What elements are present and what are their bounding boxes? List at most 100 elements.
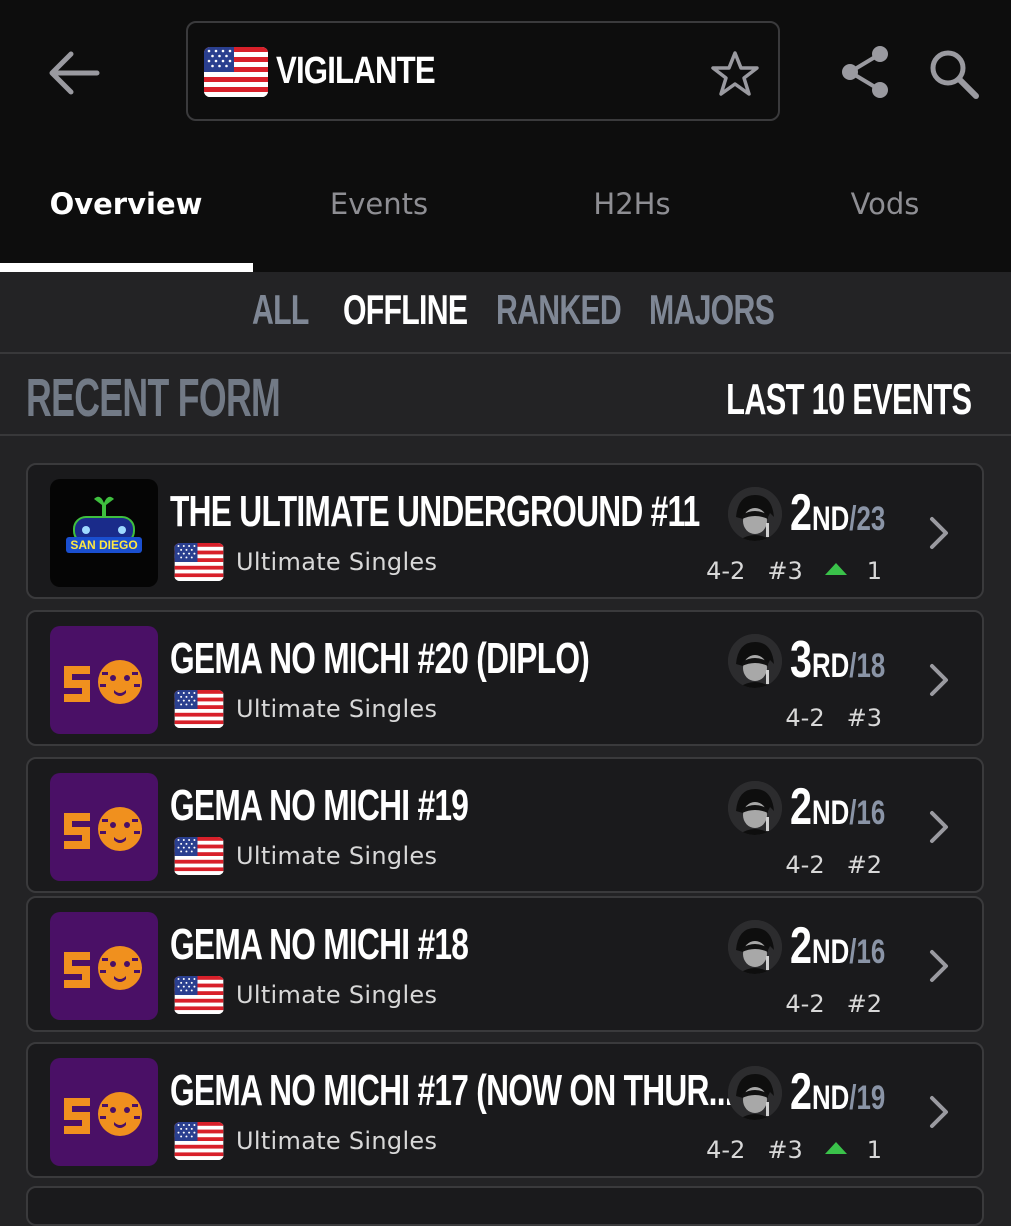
tab-h2hs[interactable]: H2Hs	[506, 160, 758, 248]
chevron-right-icon	[930, 664, 948, 696]
character-icon	[728, 634, 782, 688]
place-suffix: ND	[811, 1079, 850, 1117]
placement: 2ND/16	[790, 777, 885, 850]
gema-no-michi-logo	[50, 912, 158, 1020]
back-button[interactable]	[40, 40, 106, 106]
entrant-count: /23	[849, 500, 886, 538]
seed: #3	[767, 1136, 803, 1164]
share-button[interactable]	[836, 42, 896, 102]
event-stats: 4-2 #2	[763, 986, 882, 1022]
chevron-right-icon	[930, 517, 948, 549]
search-icon	[930, 50, 979, 99]
event-game: Ultimate Singles	[236, 1127, 438, 1155]
set-record: 4-2	[785, 851, 825, 879]
event-card[interactable]: GEMA NO MICHI #18 Ultimate Singles 2ND/1…	[26, 896, 984, 1032]
event-title: GEMA NO MICHI #17 (NOW ON THUR...	[170, 1066, 734, 1115]
us-flag-icon	[204, 47, 268, 97]
active-tab-indicator	[0, 263, 253, 272]
chevron-right-icon	[930, 950, 948, 982]
event-card-partial[interactable]	[26, 1186, 984, 1226]
section-title: RECENT FORM	[26, 368, 281, 428]
upset-up-icon	[824, 563, 847, 575]
event-range-selector[interactable]: LAST 10 EVENTS	[726, 372, 972, 428]
place-suffix: ND	[811, 794, 850, 832]
gema-no-michi-logo	[50, 773, 158, 881]
event-card[interactable]: GEMA NO MICHI #19 Ultimate Singles 2ND/1…	[26, 757, 984, 893]
event-title: GEMA NO MICHI #20 (DIPLO)	[170, 634, 590, 683]
event-game: Ultimate Singles	[236, 842, 438, 870]
place-number: 3	[790, 631, 812, 689]
gema-no-michi-logo	[50, 1058, 158, 1166]
favorite-button[interactable]	[710, 49, 760, 99]
place-number: 2	[790, 778, 812, 836]
placement: 3RD/18	[790, 630, 885, 703]
event-title: THE ULTIMATE UNDERGROUND #11	[170, 487, 700, 536]
upset-up-icon	[824, 1142, 847, 1154]
player-name: VIGILANTE	[276, 50, 436, 92]
star-outline-icon	[711, 51, 759, 96]
event-game: Ultimate Singles	[236, 695, 438, 723]
us-flag-icon	[174, 1122, 224, 1160]
seed: #3	[767, 557, 803, 585]
seed: #3	[846, 704, 882, 732]
filter-all[interactable]: ALL	[252, 282, 309, 338]
upset-factor: 1	[866, 557, 882, 585]
entrant-count: /16	[849, 933, 886, 971]
set-record: 4-2	[785, 704, 825, 732]
set-record: 4-2	[706, 1136, 746, 1164]
event-game: Ultimate Singles	[236, 548, 438, 576]
placement: 2ND/19	[790, 1062, 885, 1135]
event-stats: 4-2 #3	[763, 700, 882, 736]
set-record: 4-2	[706, 557, 746, 585]
placement: 2ND/16	[790, 916, 885, 989]
san-diego-logo: SAN DIEGO	[50, 479, 158, 587]
logo-text: SAN DIEGO	[70, 538, 137, 552]
us-flag-icon	[174, 690, 224, 728]
event-title: GEMA NO MICHI #18	[170, 920, 469, 969]
place-number: 2	[790, 917, 812, 975]
event-stats: 4-2 #3 1	[684, 553, 882, 589]
place-suffix: RD	[811, 647, 850, 685]
event-stats: 4-2 #3 1	[684, 1132, 882, 1168]
tab-events[interactable]: Events	[253, 160, 505, 248]
event-title: GEMA NO MICHI #19	[170, 781, 469, 830]
player-header-box: VIGILANTE	[186, 21, 780, 121]
filter-ranked[interactable]: RANKED	[496, 282, 622, 338]
us-flag-icon	[174, 837, 224, 875]
us-flag-icon	[174, 976, 224, 1014]
arrow-left-icon	[49, 51, 100, 95]
place-suffix: ND	[811, 500, 850, 538]
character-icon	[728, 781, 782, 835]
recent-form-header: RECENT FORM LAST 10 EVENTS	[0, 354, 1011, 436]
filter-offline[interactable]: OFFLINE	[343, 282, 468, 338]
chevron-right-icon	[930, 1096, 948, 1128]
top-bar: VIGILANTE Overview Events H2Hs Vods	[0, 0, 1011, 272]
event-card[interactable]: SAN DIEGO THE ULTIMATE UNDERGROUND #11 U…	[26, 463, 984, 599]
place-number: 2	[790, 1063, 812, 1121]
seed: #2	[846, 990, 882, 1018]
event-filter-bar: ALL OFFLINE RANKED MAJORS	[0, 272, 1011, 354]
us-flag-icon	[174, 543, 224, 581]
chevron-right-icon	[930, 811, 948, 843]
search-button[interactable]	[926, 46, 982, 102]
tab-bar: Overview Events H2Hs Vods	[0, 160, 1011, 272]
filter-majors[interactable]: MAJORS	[649, 282, 775, 338]
placement: 2ND/23	[790, 483, 885, 556]
set-record: 4-2	[785, 990, 825, 1018]
place-number: 2	[790, 484, 812, 542]
character-icon	[728, 920, 782, 974]
tab-overview[interactable]: Overview	[0, 160, 252, 248]
event-card[interactable]: GEMA NO MICHI #20 (DIPLO) Ultimate Singl…	[26, 610, 984, 746]
gema-no-michi-logo	[50, 626, 158, 734]
character-icon	[728, 487, 782, 541]
event-card[interactable]: GEMA NO MICHI #17 (NOW ON THUR... Ultima…	[26, 1042, 984, 1178]
character-icon	[728, 1066, 782, 1120]
share-icon	[842, 46, 888, 98]
event-stats: 4-2 #2	[763, 847, 882, 883]
tab-vods[interactable]: Vods	[759, 160, 1011, 248]
entrant-count: /18	[849, 647, 886, 685]
upset-factor: 1	[866, 1136, 882, 1164]
entrant-count: /16	[849, 794, 886, 832]
event-game: Ultimate Singles	[236, 981, 438, 1009]
place-suffix: ND	[811, 933, 850, 971]
